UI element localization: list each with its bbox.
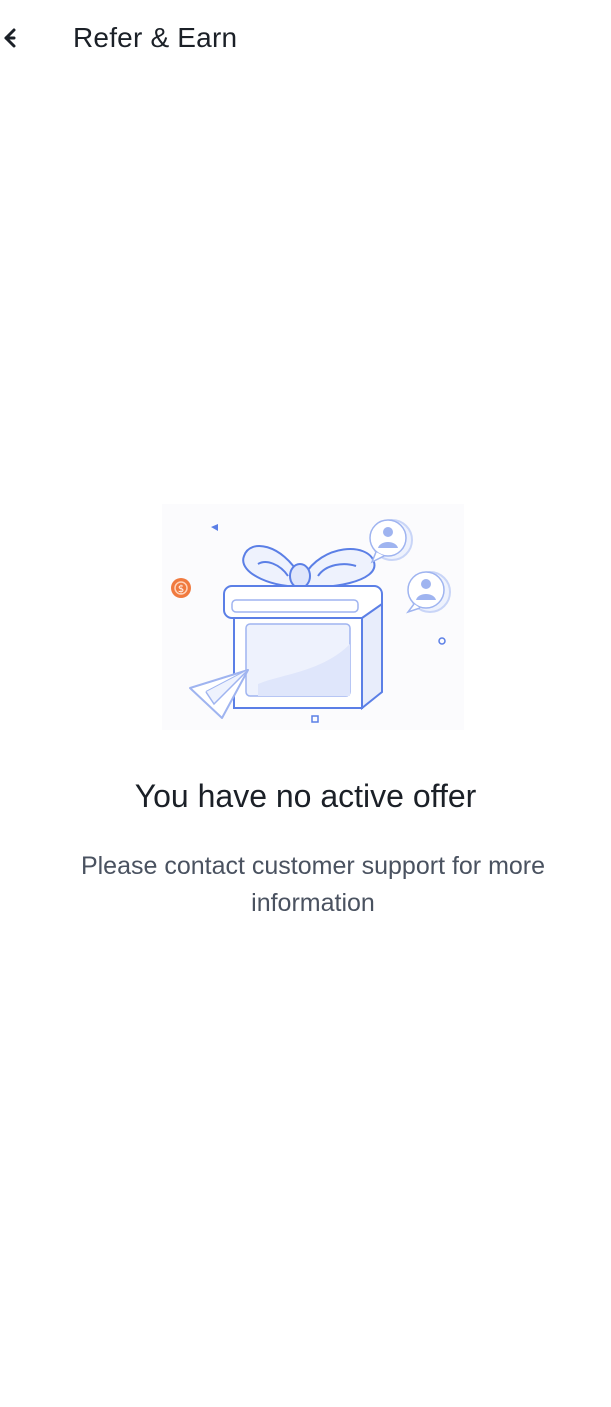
- square-decoration-icon: [311, 715, 319, 723]
- svg-text:$: $: [178, 584, 184, 595]
- gift-box-icon: [233, 602, 383, 711]
- triangle-decoration-icon: [211, 524, 218, 531]
- empty-state-description: Please contact customer support for more…: [80, 852, 546, 917]
- user-bubble-icon: [369, 519, 413, 564]
- dot-decoration-icon: [438, 637, 446, 645]
- gift-box-illustration: $: [162, 504, 464, 730]
- app-bar: Refer & Earn: [0, 0, 611, 78]
- bow-icon: [242, 545, 376, 589]
- refer-earn-screen: Refer & Earn $ You have no active offer …: [0, 0, 611, 1407]
- gift-lid-icon: [223, 585, 383, 619]
- arrow-left-icon: [4, 28, 16, 48]
- empty-state-title: You have no active offer: [134, 778, 477, 814]
- coin-icon: $: [171, 578, 191, 598]
- page-title: Refer & Earn: [73, 22, 238, 53]
- back-button[interactable]: [0, 14, 40, 62]
- user-bubble-icon: [405, 571, 451, 614]
